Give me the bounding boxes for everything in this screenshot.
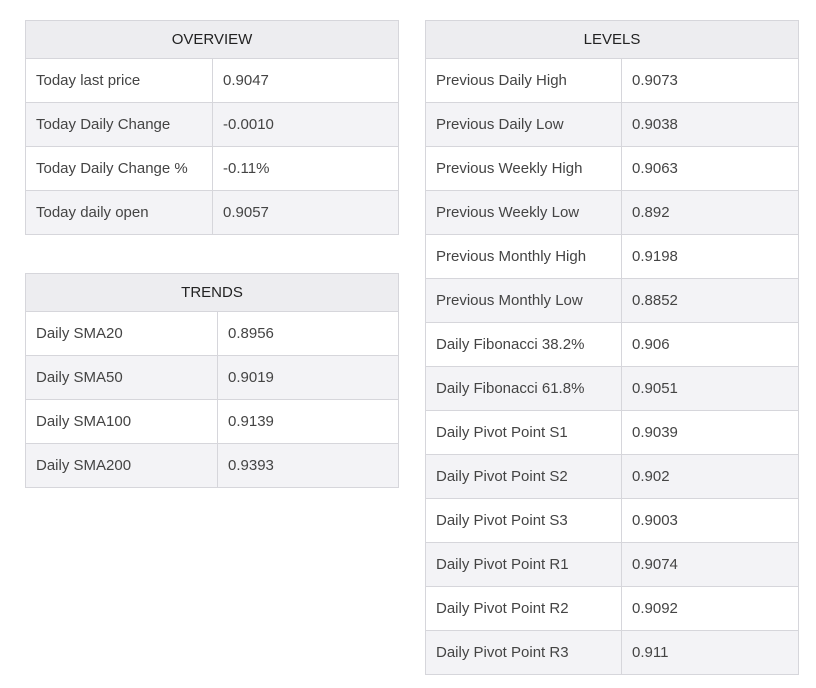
trends-title: TRENDS xyxy=(24,273,400,312)
row-value: 0.9019 xyxy=(216,355,400,400)
row-label: Daily Fibonacci 61.8% xyxy=(425,366,622,411)
row-label: Today daily open xyxy=(25,190,213,235)
row-label: Previous Daily High xyxy=(425,58,622,103)
row-value: 0.906 xyxy=(621,322,799,367)
row-value: 0.9073 xyxy=(621,58,799,103)
row-value: 0.9057 xyxy=(211,190,400,235)
row-value: 0.9038 xyxy=(621,102,799,147)
row-value: 0.9047 xyxy=(211,58,400,103)
table-row: Daily Fibonacci 61.8% 0.9051 xyxy=(425,366,799,411)
row-label: Previous Monthly Low xyxy=(425,278,622,323)
levels-title: LEVELS xyxy=(425,20,799,59)
row-label: Daily Pivot Point S2 xyxy=(425,454,622,499)
row-value: 0.9092 xyxy=(621,586,799,631)
table-row: Previous Weekly High 0.9063 xyxy=(425,146,799,191)
row-value: 0.9063 xyxy=(621,146,799,191)
table-row: Daily Pivot Point S3 0.9003 xyxy=(425,498,799,543)
row-label: Today Daily Change xyxy=(25,102,213,147)
table-row: Previous Monthly High 0.9198 xyxy=(425,234,799,279)
table-row: Previous Daily Low 0.9038 xyxy=(425,102,799,147)
row-value: -0.0010 xyxy=(211,102,400,147)
row-label: Daily Pivot Point R1 xyxy=(425,542,622,587)
row-value: -0.11% xyxy=(211,146,400,191)
levels-table: LEVELS Previous Daily High 0.9073 Previo… xyxy=(425,20,799,675)
levels-header-row: LEVELS xyxy=(425,20,799,59)
row-value: 0.9139 xyxy=(216,399,400,444)
overview-table: OVERVIEW Today last price 0.9047 Today D… xyxy=(24,20,400,235)
row-value: 0.8956 xyxy=(216,311,400,356)
row-label: Previous Daily Low xyxy=(425,102,622,147)
row-label: Daily Fibonacci 38.2% xyxy=(425,322,622,367)
table-row: Today daily open 0.9057 xyxy=(25,190,400,235)
row-value: 0.9198 xyxy=(621,234,799,279)
row-label: Daily Pivot Point R3 xyxy=(425,630,622,675)
row-label: Today Daily Change % xyxy=(25,146,213,191)
row-label: Previous Weekly High xyxy=(425,146,622,191)
table-row: Daily Pivot Point R3 0.911 xyxy=(425,630,799,675)
row-label: Daily SMA50 xyxy=(25,355,218,400)
row-value: 0.9039 xyxy=(621,410,799,455)
row-value: 0.9051 xyxy=(621,366,799,411)
row-label: Daily SMA200 xyxy=(25,443,218,488)
table-row: Daily SMA50 0.9019 xyxy=(25,355,400,400)
row-label: Daily Pivot Point S3 xyxy=(425,498,622,543)
row-label: Daily SMA20 xyxy=(25,311,218,356)
table-row: Daily SMA20 0.8956 xyxy=(25,311,400,356)
row-value: 0.911 xyxy=(621,630,799,675)
row-value: 0.902 xyxy=(621,454,799,499)
row-label: Daily Pivot Point R2 xyxy=(425,586,622,631)
trends-table: TRENDS Daily SMA20 0.8956 Daily SMA50 0.… xyxy=(24,273,400,488)
row-value: 0.9393 xyxy=(216,443,400,488)
table-row: Daily SMA200 0.9393 xyxy=(25,443,400,488)
row-value: 0.9074 xyxy=(621,542,799,587)
row-label: Previous Monthly High xyxy=(425,234,622,279)
table-row: Previous Daily High 0.9073 xyxy=(425,58,799,103)
table-row: Today last price 0.9047 xyxy=(25,58,400,103)
row-value: 0.8852 xyxy=(621,278,799,323)
row-label: Daily SMA100 xyxy=(25,399,218,444)
table-row: Previous Weekly Low 0.892 xyxy=(425,190,799,235)
table-row: Previous Monthly Low 0.8852 xyxy=(425,278,799,323)
table-row: Daily Fibonacci 38.2% 0.906 xyxy=(425,322,799,367)
row-value: 0.892 xyxy=(621,190,799,235)
table-row: Today Daily Change -0.0010 xyxy=(25,102,400,147)
overview-title: OVERVIEW xyxy=(24,20,400,59)
row-label: Today last price xyxy=(25,58,213,103)
table-row: Daily SMA100 0.9139 xyxy=(25,399,400,444)
row-label: Previous Weekly Low xyxy=(425,190,622,235)
row-value: 0.9003 xyxy=(621,498,799,543)
table-row: Daily Pivot Point R1 0.9074 xyxy=(425,542,799,587)
table-row: Today Daily Change % -0.11% xyxy=(25,146,400,191)
table-row: Daily Pivot Point S1 0.9039 xyxy=(425,410,799,455)
trends-header-row: TRENDS xyxy=(24,273,400,312)
table-row: Daily Pivot Point R2 0.9092 xyxy=(425,586,799,631)
row-label: Daily Pivot Point S1 xyxy=(425,410,622,455)
overview-header-row: OVERVIEW xyxy=(24,20,400,59)
table-row: Daily Pivot Point S2 0.902 xyxy=(425,454,799,499)
